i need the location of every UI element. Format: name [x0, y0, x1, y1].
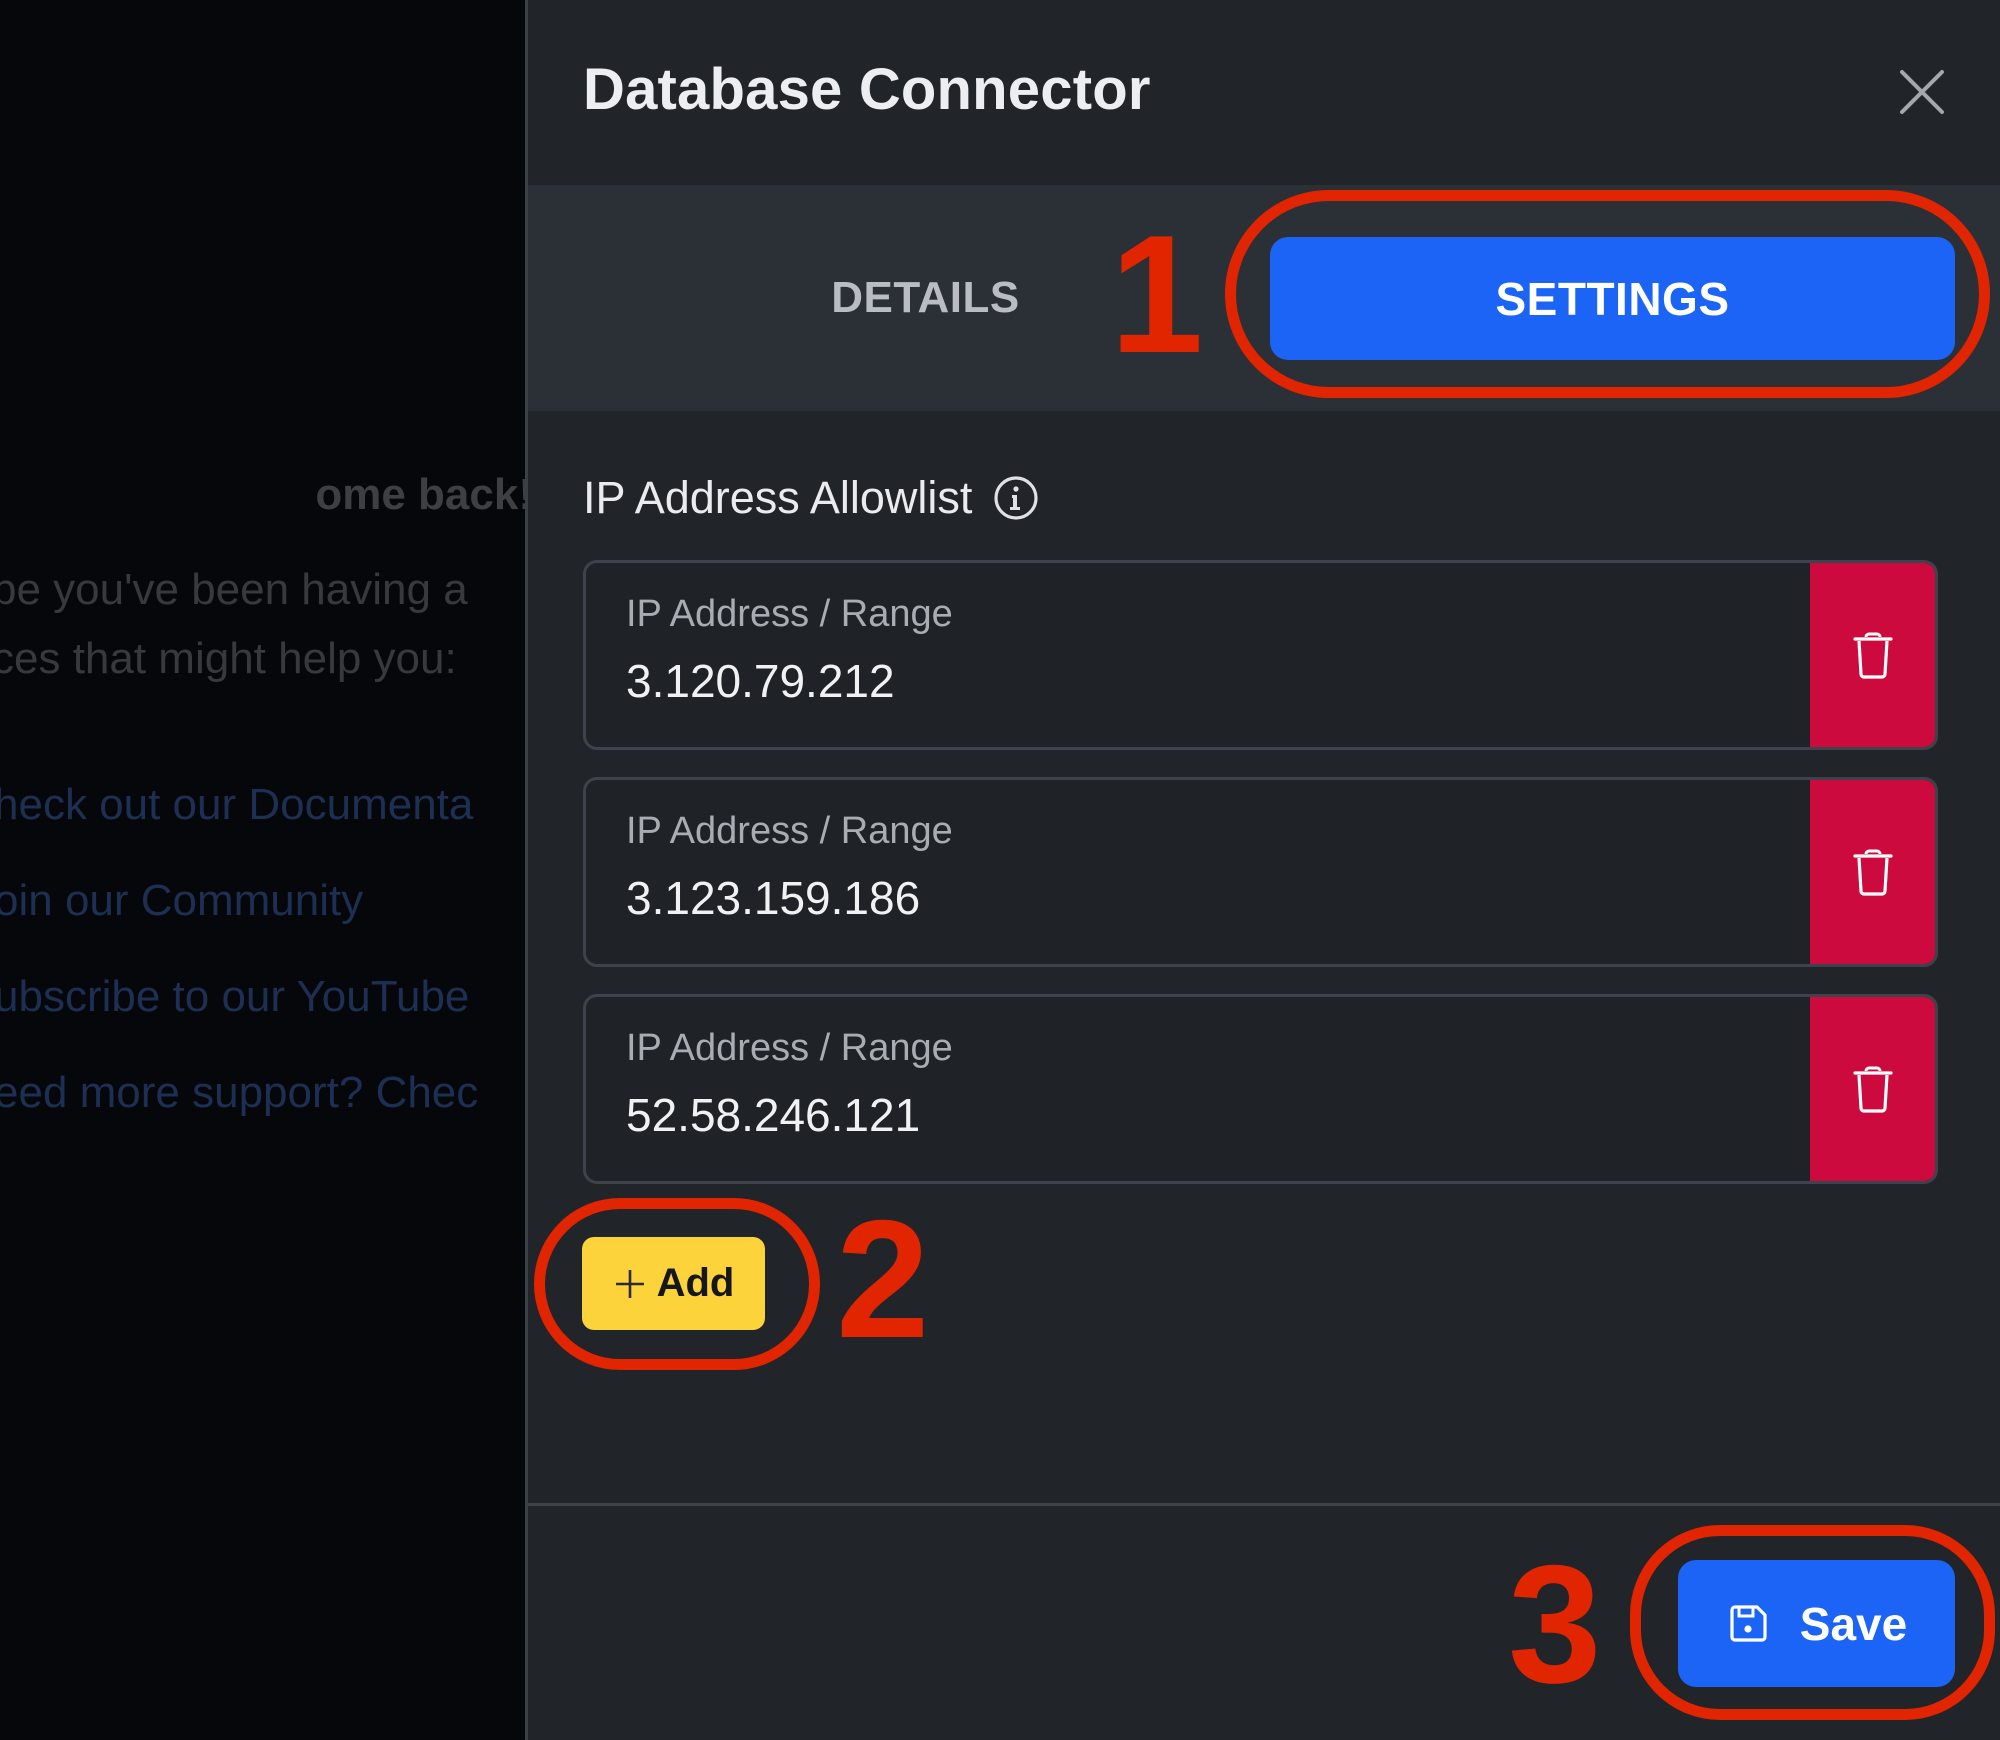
footer-divider: [528, 1503, 2000, 1506]
welcome-text-line: pe you've been having a: [0, 565, 468, 614]
ip-address-input[interactable]: 52.58.246.121: [626, 1088, 1795, 1142]
annotation-number-2: 2: [836, 1185, 930, 1373]
panel-title: Database Connector: [583, 57, 1151, 122]
welcome-heading: ome back!: [315, 470, 525, 519]
youtube-link[interactable]: ubscribe to our YouTube: [0, 972, 469, 1022]
close-icon: [1900, 70, 1944, 114]
info-circle-icon[interactable]: [992, 474, 1040, 522]
ip-field-label: IP Address / Range: [626, 1027, 953, 1069]
documentation-link[interactable]: heck out our Documenta: [0, 780, 473, 830]
ip-allowlist-label: IP Address Allowlist: [583, 472, 973, 523]
community-link[interactable]: oin our Community: [0, 876, 363, 926]
ip-field-label: IP Address / Range: [626, 593, 953, 635]
annotation-ring-add: [534, 1198, 820, 1370]
trash-icon: [1852, 1066, 1893, 1113]
background-page: ome back! pe you've been having a ces th…: [0, 0, 525, 1740]
close-button[interactable]: [1896, 66, 1948, 118]
tab-details[interactable]: DETAILS: [768, 185, 1083, 411]
ip-address-field[interactable]: IP Address / Range 52.58.246.121: [626, 1027, 1795, 1142]
ip-field-label: IP Address / Range: [626, 810, 953, 852]
annotation-ring-save: [1630, 1525, 1995, 1720]
delete-ip-button[interactable]: [1810, 997, 1935, 1181]
ip-address-input[interactable]: 3.123.159.186: [626, 871, 1795, 925]
welcome-text-line: ces that might help you:: [0, 634, 457, 683]
annotation-number-3: 3: [1508, 1530, 1602, 1718]
ip-address-input[interactable]: 3.120.79.212: [626, 654, 1795, 708]
trash-icon: [1852, 849, 1893, 896]
trash-icon: [1852, 632, 1893, 679]
ip-allowlist-heading: IP Address Allowlist: [583, 472, 1040, 524]
ip-address-field[interactable]: IP Address / Range 3.123.159.186: [626, 810, 1795, 925]
annotation-ring-settings: [1225, 190, 1990, 398]
panel-header: Database Connector: [528, 0, 2000, 185]
delete-ip-button[interactable]: [1810, 563, 1935, 747]
ip-entry: IP Address / Range 52.58.246.121: [583, 994, 1938, 1184]
annotation-number-1: 1: [1110, 200, 1204, 388]
ip-address-field[interactable]: IP Address / Range 3.120.79.212: [626, 593, 1795, 708]
ip-entry: IP Address / Range 3.120.79.212: [583, 560, 1938, 750]
support-link[interactable]: eed more support? Chec: [0, 1068, 478, 1118]
delete-ip-button[interactable]: [1810, 780, 1935, 964]
ip-entry: IP Address / Range 3.123.159.186: [583, 777, 1938, 967]
